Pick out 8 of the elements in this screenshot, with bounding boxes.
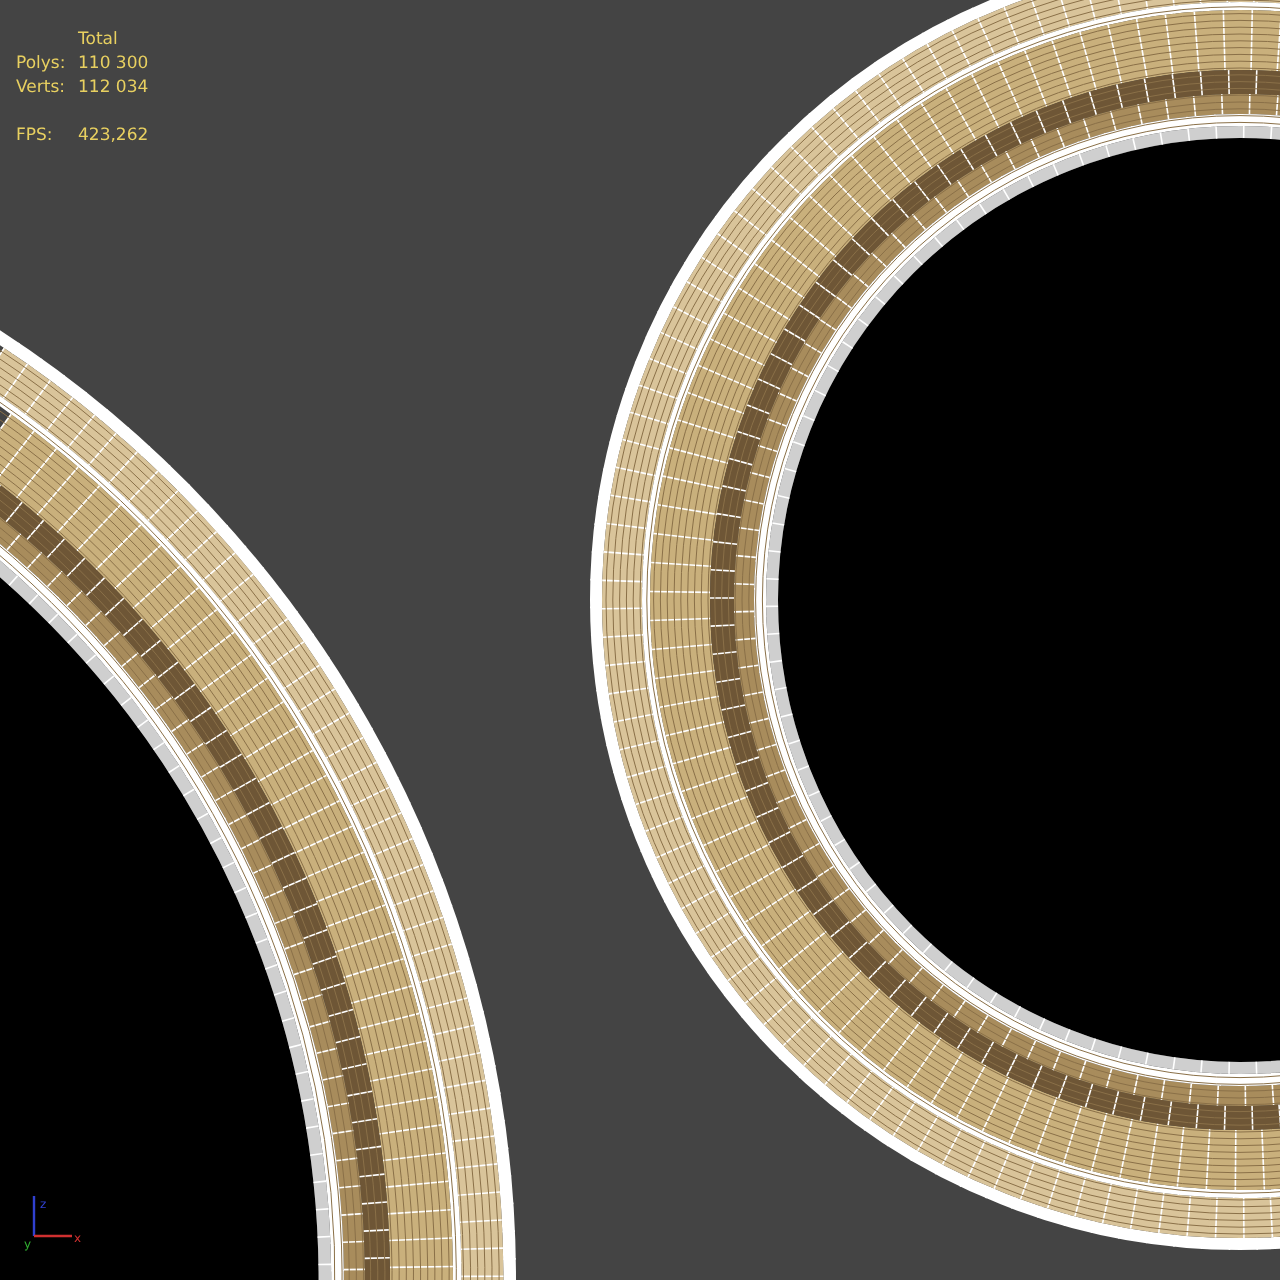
stat-label: Verts:: [16, 76, 68, 100]
axis-gizmo-drawing: [32, 1196, 72, 1238]
stat-value: 110 300: [78, 52, 149, 76]
stat-value: 423,262: [78, 124, 149, 148]
stat-label: Polys:: [16, 52, 68, 76]
stat-label: FPS:: [16, 124, 55, 148]
stat-value: 112 034: [78, 76, 149, 100]
stats-header: Total: [78, 30, 118, 50]
